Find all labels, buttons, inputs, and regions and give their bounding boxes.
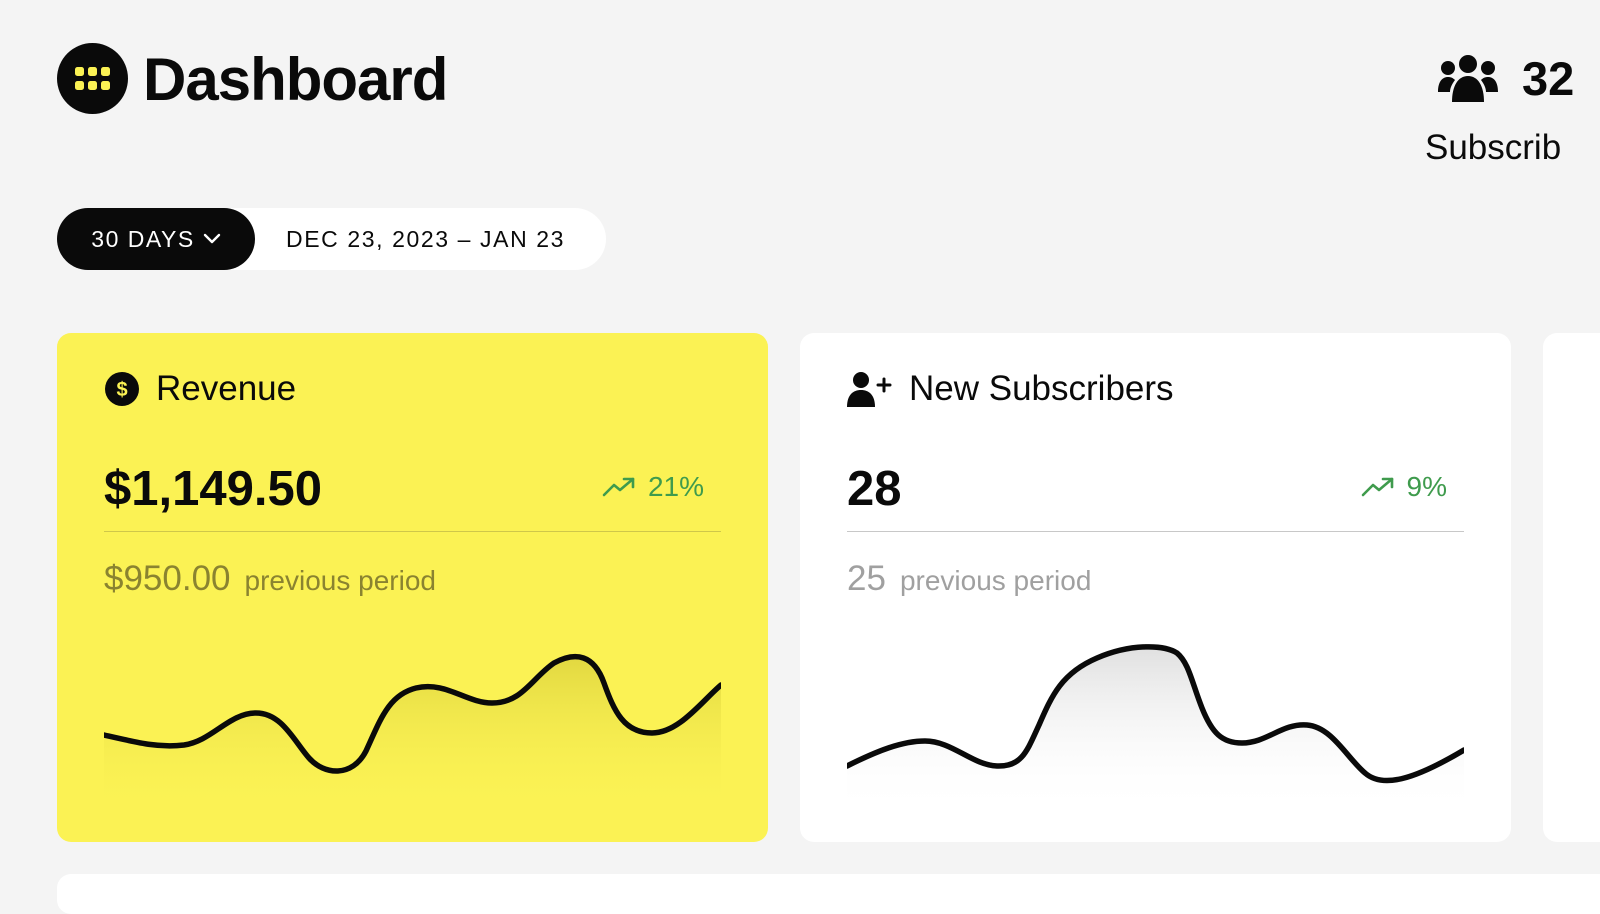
period-selector: 30 DAYS DEC 23, 2023 – JAN 23 — [57, 208, 606, 270]
range-dropdown-label: 30 DAYS — [91, 225, 195, 252]
revenue-sparkline — [104, 653, 721, 813]
previous-label: previous period — [899, 565, 1092, 596]
subscribers-value: 28 — [847, 462, 902, 516]
revenue-card[interactable]: $ Revenue $1,149.50 21% $950.00 previous… — [57, 333, 768, 842]
page-title: Dashboard — [143, 46, 448, 113]
card-divider — [104, 531, 721, 532]
dollar-circle-icon: $ — [105, 372, 139, 406]
previous-period: 25 previous period — [847, 559, 1091, 599]
subscribers-count: 32 — [1522, 52, 1575, 105]
chevron-down-icon — [203, 233, 220, 244]
trend-up-icon — [1361, 477, 1393, 497]
trend-percent: 9% — [1406, 471, 1447, 502]
app-logo[interactable] — [57, 43, 128, 114]
previous-value: $950.00 — [104, 559, 231, 598]
trend-indicator: 9% — [1361, 471, 1447, 503]
previous-value: 25 — [847, 559, 886, 598]
date-range[interactable]: DEC 23, 2023 – JAN 23 — [286, 208, 565, 270]
previous-label: previous period — [244, 565, 436, 596]
subscribers-label: Subscrib — [1425, 128, 1562, 167]
revenue-value: $1,149.50 — [104, 462, 322, 516]
trend-up-icon — [602, 477, 635, 497]
svg-text:$: $ — [116, 379, 127, 401]
range-dropdown[interactable]: 30 DAYS — [57, 208, 255, 270]
trend-indicator: 21% — [602, 471, 704, 503]
card-title: Revenue — [156, 369, 297, 408]
users-icon — [1438, 55, 1498, 102]
bottom-card-peek[interactable] — [57, 874, 1600, 914]
new-subscribers-card[interactable]: New Subscribers 28 9% 25 previous period — [800, 333, 1511, 842]
subscribers-sparkline — [847, 644, 1464, 813]
grid-dots-icon — [74, 66, 110, 90]
trend-percent: 21% — [647, 471, 704, 502]
card-divider — [847, 531, 1464, 532]
subscribers-summary[interactable]: 32 Subscrib — [1425, 52, 1600, 172]
user-plus-icon — [847, 372, 892, 407]
previous-period: $950.00 previous period — [104, 559, 436, 599]
third-card-peek[interactable] — [1543, 333, 1600, 842]
card-title: New Subscribers — [909, 369, 1174, 408]
